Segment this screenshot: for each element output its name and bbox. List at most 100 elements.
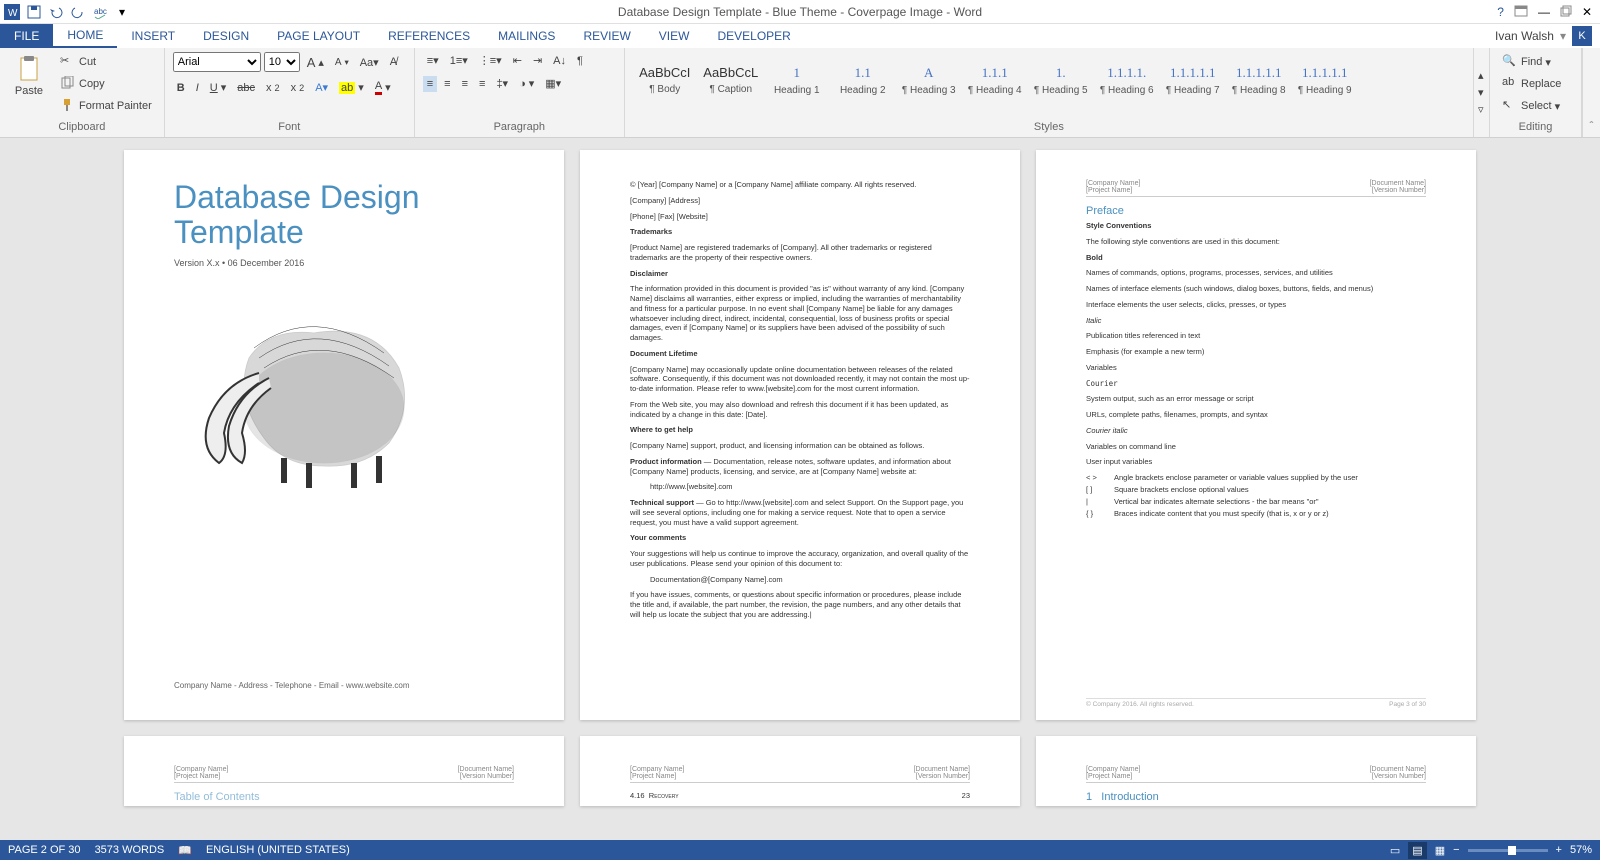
shading-button[interactable]: ◑▾ bbox=[515, 75, 538, 92]
paste-icon bbox=[15, 54, 43, 82]
zoom-level[interactable]: 57% bbox=[1570, 844, 1592, 856]
font-name-select[interactable]: Arial bbox=[173, 52, 261, 72]
style-item-6[interactable]: 1.¶ Heading 5 bbox=[1029, 52, 1093, 108]
zoom-slider[interactable] bbox=[1468, 849, 1548, 852]
ribbon-display-icon[interactable] bbox=[1514, 5, 1528, 19]
align-right-button[interactable]: ≡ bbox=[458, 76, 472, 92]
page-4-toc[interactable]: [Company Name][Project Name][Document Na… bbox=[124, 736, 564, 806]
help-icon[interactable]: ? bbox=[1497, 5, 1504, 19]
numbering-button[interactable]: 1≡▾ bbox=[446, 52, 472, 69]
view-web-layout-icon[interactable]: ▦ bbox=[1435, 844, 1445, 857]
find-button[interactable]: 🔍Find ▾ bbox=[1498, 52, 1555, 72]
highlight-button[interactable]: ab▾ bbox=[335, 79, 368, 96]
multilevel-button[interactable]: ⋮≡▾ bbox=[475, 52, 506, 69]
page-3-preface[interactable]: [Company Name][Project Name] [Document N… bbox=[1036, 150, 1476, 720]
ribbon: Paste ✂Cut Copy Format Painter Clipboard… bbox=[0, 48, 1600, 138]
borders-button[interactable]: ▦▾ bbox=[541, 75, 565, 92]
bullets-button[interactable]: ≡▾ bbox=[423, 52, 443, 69]
user-avatar[interactable]: K bbox=[1572, 26, 1592, 46]
select-button[interactable]: ↖Select ▾ bbox=[1498, 96, 1564, 116]
view-print-layout-icon[interactable]: ▤ bbox=[1408, 842, 1426, 859]
undo-icon[interactable] bbox=[48, 4, 64, 20]
paste-label: Paste bbox=[15, 85, 43, 97]
style-item-2[interactable]: 1Heading 1 bbox=[765, 52, 829, 108]
change-case-button[interactable]: Aa▾ bbox=[356, 54, 383, 71]
font-color-button[interactable]: A▾ bbox=[371, 78, 395, 97]
tab-design[interactable]: DESIGN bbox=[189, 24, 263, 48]
tab-mailings[interactable]: MAILINGS bbox=[484, 24, 569, 48]
style-item-7[interactable]: 1.1.1.1.¶ Heading 6 bbox=[1095, 52, 1159, 108]
view-read-mode-icon[interactable]: ▭ bbox=[1390, 844, 1400, 857]
tab-view[interactable]: VIEW bbox=[645, 24, 704, 48]
line-spacing-button[interactable]: ‡▾ bbox=[492, 75, 512, 92]
minimize-icon[interactable]: — bbox=[1538, 5, 1550, 19]
style-item-9[interactable]: 1.1.1.1.1¶ Heading 8 bbox=[1227, 52, 1291, 108]
tab-insert[interactable]: INSERT bbox=[117, 24, 189, 48]
status-page[interactable]: PAGE 2 OF 30 bbox=[8, 844, 81, 856]
group-styles: AaBbCcI¶ BodyAaBbCcL¶ Caption1Heading 11… bbox=[625, 48, 1474, 137]
style-item-0[interactable]: AaBbCcI¶ Body bbox=[633, 52, 697, 108]
bold-button[interactable]: B bbox=[173, 80, 189, 96]
decrease-indent-button[interactable]: ⇤ bbox=[509, 52, 526, 69]
styles-scroll-down[interactable]: ▾ bbox=[1474, 84, 1489, 101]
copy-button[interactable]: Copy bbox=[56, 74, 156, 94]
close-icon[interactable]: ✕ bbox=[1582, 5, 1592, 19]
tab-page-layout[interactable]: PAGE LAYOUT bbox=[263, 24, 374, 48]
maximize-icon[interactable] bbox=[1560, 5, 1572, 19]
sort-button[interactable]: A↓ bbox=[549, 53, 570, 69]
replace-button[interactable]: abReplace bbox=[1498, 74, 1565, 94]
style-item-5[interactable]: 1.1.1¶ Heading 4 bbox=[963, 52, 1027, 108]
document-area[interactable]: Database Design Template Version X.x • 0… bbox=[0, 138, 1600, 840]
style-item-10[interactable]: 1.1.1.1.1¶ Heading 9 bbox=[1293, 52, 1357, 108]
text-effects-button[interactable]: A▾ bbox=[311, 79, 332, 96]
styles-scroll-up[interactable]: ▴ bbox=[1474, 67, 1489, 84]
underline-button[interactable]: U▾ bbox=[206, 79, 230, 96]
user-name[interactable]: Ivan Walsh bbox=[1495, 29, 1554, 43]
italic-button[interactable]: I bbox=[192, 80, 203, 96]
spellcheck-icon[interactable]: abc bbox=[92, 4, 108, 20]
align-left-button[interactable]: ≡ bbox=[423, 76, 437, 92]
justify-button[interactable]: ≡ bbox=[475, 76, 489, 92]
clear-formatting-button[interactable]: A̸ bbox=[386, 54, 401, 70]
zoom-in-button[interactable]: + bbox=[1556, 844, 1562, 856]
style-item-8[interactable]: 1.1.1.1.1¶ Heading 7 bbox=[1161, 52, 1225, 108]
tab-home[interactable]: HOME bbox=[53, 24, 117, 48]
status-words[interactable]: 3573 WORDS bbox=[95, 844, 165, 856]
page-1-cover[interactable]: Database Design Template Version X.x • 0… bbox=[124, 150, 564, 720]
status-proofing-icon[interactable]: 📖 bbox=[178, 844, 192, 857]
find-icon: 🔍 bbox=[1502, 54, 1518, 70]
align-center-button[interactable]: ≡ bbox=[440, 76, 454, 92]
select-icon: ↖ bbox=[1502, 98, 1518, 114]
increase-indent-button[interactable]: ⇥ bbox=[529, 52, 546, 69]
style-item-1[interactable]: AaBbCcL¶ Caption bbox=[699, 52, 763, 108]
cover-version: Version X.x • 06 December 2016 bbox=[174, 258, 514, 268]
page-5-toc-cont[interactable]: [Company Name][Project Name][Document Na… bbox=[580, 736, 1020, 806]
tab-file[interactable]: FILE bbox=[0, 24, 53, 48]
tab-review[interactable]: REVIEW bbox=[569, 24, 644, 48]
styles-expand[interactable]: ▿ bbox=[1474, 101, 1489, 118]
tab-developer[interactable]: DEVELOPER bbox=[703, 24, 804, 48]
show-marks-button[interactable]: ¶ bbox=[573, 53, 587, 69]
superscript-button[interactable]: x2 bbox=[287, 80, 309, 96]
redo-icon[interactable] bbox=[70, 4, 86, 20]
style-item-4[interactable]: A¶ Heading 3 bbox=[897, 52, 961, 108]
format-painter-button[interactable]: Format Painter bbox=[56, 96, 156, 116]
tab-references[interactable]: REFERENCES bbox=[374, 24, 484, 48]
svg-text:abc: abc bbox=[94, 7, 107, 16]
cut-button[interactable]: ✂Cut bbox=[56, 52, 156, 72]
paint-bucket-icon: ◑ bbox=[519, 78, 526, 90]
paste-button[interactable]: Paste bbox=[8, 52, 50, 99]
grow-font-button[interactable]: A▴ bbox=[303, 53, 328, 72]
page-6-intro[interactable]: [Company Name][Project Name][Document Na… bbox=[1036, 736, 1476, 806]
page-2-legal[interactable]: © [Year] [Company Name] or a [Company Na… bbox=[580, 150, 1020, 720]
quick-access-customize-icon[interactable]: ▾ bbox=[114, 4, 130, 20]
subscript-button[interactable]: x2 bbox=[262, 80, 284, 96]
collapse-ribbon-button[interactable]: ˆ bbox=[1582, 48, 1600, 137]
shrink-font-button[interactable]: A▾ bbox=[331, 55, 353, 70]
strikethrough-button[interactable]: abc bbox=[233, 80, 259, 96]
status-language[interactable]: ENGLISH (UNITED STATES) bbox=[206, 844, 350, 856]
style-item-3[interactable]: 1.1Heading 2 bbox=[831, 52, 895, 108]
save-icon[interactable] bbox=[26, 4, 42, 20]
zoom-out-button[interactable]: − bbox=[1453, 844, 1459, 856]
font-size-select[interactable]: 10 bbox=[264, 52, 300, 72]
